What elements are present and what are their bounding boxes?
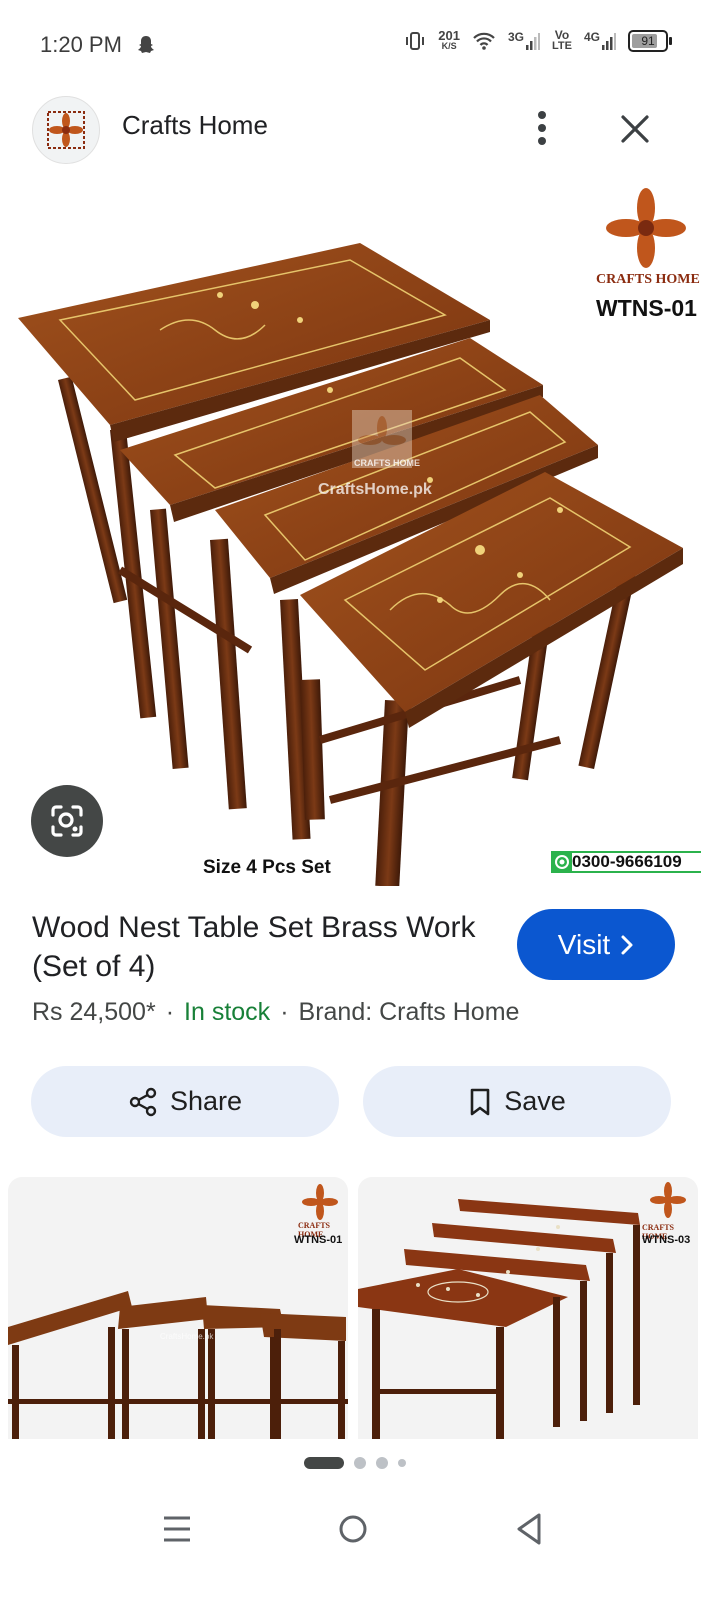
close-icon: [621, 115, 649, 143]
phone-number: 0300-9666109: [572, 853, 701, 871]
watermark-logo-text: CRAFTS HOME: [354, 458, 420, 468]
thumbnail-tables-image: [358, 1182, 686, 1439]
close-button[interactable]: [612, 106, 658, 152]
status-time: 1:20 PM: [40, 32, 122, 57]
back-icon[interactable]: [514, 1512, 544, 1546]
related-image-2[interactable]: CRAFTS HOME WTNS-03: [358, 1177, 698, 1439]
size-caption: Size 4 Pcs Set: [203, 857, 331, 878]
product-title[interactable]: Wood Nest Table Set Brass Work (Set of 4…: [32, 908, 492, 986]
watermark-text: CraftsHome.pk: [318, 481, 432, 498]
more-options-button[interactable]: [522, 108, 562, 148]
thumbnail-tables-image: [8, 1184, 348, 1439]
share-button[interactable]: Share: [31, 1066, 339, 1137]
share-icon: [129, 1087, 157, 1116]
net-speed: 201 K/S: [438, 28, 460, 51]
thumbnail-code: WTNS-01: [294, 1234, 343, 1246]
share-label: Share: [169, 1086, 243, 1116]
signal-bars-icon: [526, 33, 541, 50]
pager-dot-active[interactable]: [304, 1457, 344, 1469]
signal-bars-icon: [602, 33, 616, 50]
crafts-home-logo-icon: [47, 111, 85, 149]
site-logo-avatar[interactable]: [32, 96, 100, 164]
price: Rs 24,500*: [32, 998, 156, 1026]
status-icons: 201 K/S 3G Vo LTE 4G 91: [404, 28, 672, 52]
brand-logo-text: CRAFTS HOME: [596, 272, 700, 287]
bookmark-icon: [470, 1088, 490, 1115]
system-nav-bar: [0, 1490, 720, 1600]
related-image-1[interactable]: CRAFTS HOME WTNS-01 CraftsHome.pk: [8, 1177, 348, 1439]
snapchat-icon: [138, 36, 154, 53]
battery-icon: 91: [628, 30, 672, 52]
thumbnail-watermark: CraftsHome.pk: [160, 1332, 214, 1341]
vibrate-icon: [406, 32, 425, 50]
phone-banner: 0300-9666109: [551, 851, 701, 873]
stock-status: In stock: [184, 998, 271, 1026]
visit-button-label: Visit: [557, 928, 611, 960]
product-meta: Rs 24,500* · In stock · Brand: Crafts Home: [32, 998, 520, 1026]
recent-apps-icon[interactable]: [162, 1514, 192, 1544]
pager-dot[interactable]: [354, 1457, 366, 1469]
home-icon[interactable]: [338, 1514, 368, 1544]
image-pager: [304, 1457, 406, 1469]
pager-dot[interactable]: [376, 1457, 388, 1469]
status-bar: 1:20 PM 201 K/S 3G Vo LTE 4G 91: [0, 0, 720, 92]
signal-3g: 3G: [508, 31, 541, 50]
save-label: Save: [504, 1086, 566, 1116]
whatsapp-icon: [555, 855, 569, 869]
pager-dot[interactable]: [398, 1459, 406, 1467]
save-button[interactable]: Save: [363, 1066, 671, 1137]
lens-search-icon: [51, 805, 83, 837]
brand: Brand: Crafts Home: [298, 998, 520, 1026]
visit-button[interactable]: Visit: [517, 909, 675, 980]
more-vert-icon: [538, 111, 546, 145]
wifi-icon: [473, 32, 495, 50]
chevron-right-icon: [621, 935, 633, 954]
product-main-image[interactable]: CRAFTS HOME WTNS-01 CRAFTS HOME CraftsHo…: [0, 180, 720, 886]
product-code: WTNS-01: [596, 295, 697, 321]
signal-4g: 4G: [584, 31, 616, 50]
google-lens-button[interactable]: [31, 785, 103, 857]
volte-indicator: Vo LTE: [552, 28, 572, 52]
site-name[interactable]: Crafts Home: [122, 110, 268, 141]
thumbnail-code: WTNS-03: [642, 1234, 691, 1246]
